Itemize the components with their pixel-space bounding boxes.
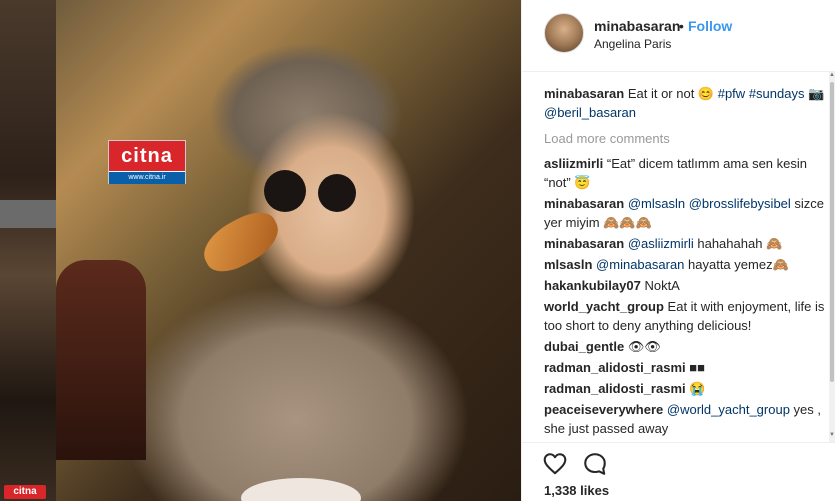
comments-list[interactable]: minabasaran Eat it or not 😊 #pfw #sunday… (544, 84, 826, 442)
camera-emoji: 📷 (808, 86, 825, 101)
comment-mention[interactable]: @minabasaran (596, 257, 684, 272)
scroll-down-arrow-icon[interactable]: ▼ (829, 432, 835, 440)
scroll-up-arrow-icon[interactable]: ▲ (829, 72, 835, 80)
location-link[interactable]: Angelina Paris (594, 37, 671, 51)
comment-username[interactable]: world_yacht_group (544, 299, 664, 314)
comment-mention[interactable]: @brosslifebysibel (689, 196, 791, 211)
scrollbar-thumb[interactable] (830, 82, 834, 382)
comment-username[interactable]: dubai_gentle (544, 339, 624, 354)
follow-button[interactable]: Follow (688, 18, 732, 34)
photo-sunglasses-right (318, 174, 356, 212)
photo-croissant (195, 203, 287, 281)
post-header: minabasaran • Follow Angelina Paris (522, 0, 835, 72)
comment-mention[interactable]: @world_yacht_group (667, 402, 790, 417)
avatar[interactable] (544, 13, 584, 53)
comment-username[interactable]: asliizmirli (544, 156, 603, 171)
caption-hashtag-pfw[interactable]: #pfw (718, 86, 745, 101)
post-sidebar: minabasaran • Follow Angelina Paris mina… (521, 0, 835, 501)
comment-row: radman_alidosti_rasmi ■■ (544, 358, 826, 377)
post-caption: minabasaran Eat it or not 😊 #pfw #sunday… (544, 84, 826, 122)
comment-row: mlsasln @minabasaran hayatta yemez🙈 (544, 255, 826, 274)
comment-row: hakankubilay07 NoktA (544, 276, 826, 295)
comment-row: world_yacht_group Eat it with enjoyment,… (544, 297, 826, 335)
previous-post-edge[interactable]: citna (0, 0, 56, 501)
caption-username[interactable]: minabasaran (544, 86, 624, 101)
caption-text: Eat it or not 😊 (627, 86, 718, 101)
caption-hashtag-sundays[interactable]: #sundays (749, 86, 805, 101)
likes-count[interactable]: 1,338 likes (544, 483, 609, 498)
comment-row: peaceiseverywhere @world_yacht_group yes… (544, 400, 826, 438)
comment-username[interactable]: hakankubilay07 (544, 278, 641, 293)
header-username[interactable]: minabasaran (594, 18, 680, 34)
comment-username[interactable]: radman_alidosti_rasmi (544, 360, 686, 375)
comment-text: 😭 (689, 381, 706, 396)
comment-text: ■■ (689, 360, 705, 375)
comment-row: dubai_gentle 👁👁 (544, 337, 826, 356)
comment-row: asliizmirli “Eat” dicem tatlımm ama sen … (544, 154, 826, 192)
comment-text: hahahahah 🙈 (693, 236, 783, 251)
comment-username[interactable]: radman_alidosti_rasmi (544, 381, 686, 396)
comment-username[interactable]: minabasaran (544, 236, 624, 251)
comment-row: minabasaran @asliizmirli hahahahah 🙈 (544, 234, 826, 253)
citna-watermark: citna www.citna.ir (108, 140, 186, 184)
comment-row: radman_alidosti_rasmi 😭 (544, 379, 826, 398)
comment-username[interactable]: mlsasln (544, 257, 592, 272)
photo-sunglasses-left (264, 170, 306, 212)
previous-post-shade (0, 200, 56, 228)
comment-mention[interactable]: @asliizmirli (628, 236, 694, 251)
caption-mention[interactable]: @beril_basaran (544, 105, 636, 120)
comment-text: hayatta yemez🙈 (684, 257, 789, 272)
post-actions: 1,338 likes (522, 442, 835, 501)
comment-rows: asliizmirli “Eat” dicem tatlımm ama sen … (544, 154, 826, 438)
citna-logo: citna (109, 141, 185, 171)
photo-chair (56, 260, 146, 460)
comment-username[interactable]: minabasaran (544, 196, 624, 211)
photo-plate (241, 478, 361, 501)
mini-watermark-logo: citna (4, 485, 46, 499)
comment-text: 👁👁 (627, 339, 661, 354)
header-separator: • (679, 18, 684, 34)
comment-row: minabasaran @mlsasln @brosslifebysibel s… (544, 194, 826, 232)
comment-username[interactable]: peaceiseverywhere (544, 402, 663, 417)
load-more-comments-button[interactable]: Load more comments (544, 129, 826, 148)
citna-url: www.citna.ir (109, 172, 185, 184)
comment-text: NoktA (644, 278, 680, 293)
comment-bubble-icon[interactable] (582, 451, 608, 477)
comment-mention[interactable]: @mlsasln (628, 196, 685, 211)
post-photo[interactable] (56, 0, 521, 501)
post-photo-area: citna citna www.citna.ir (0, 0, 521, 501)
comments-scrollbar[interactable] (829, 72, 835, 442)
heart-outline-icon[interactable] (542, 451, 568, 477)
